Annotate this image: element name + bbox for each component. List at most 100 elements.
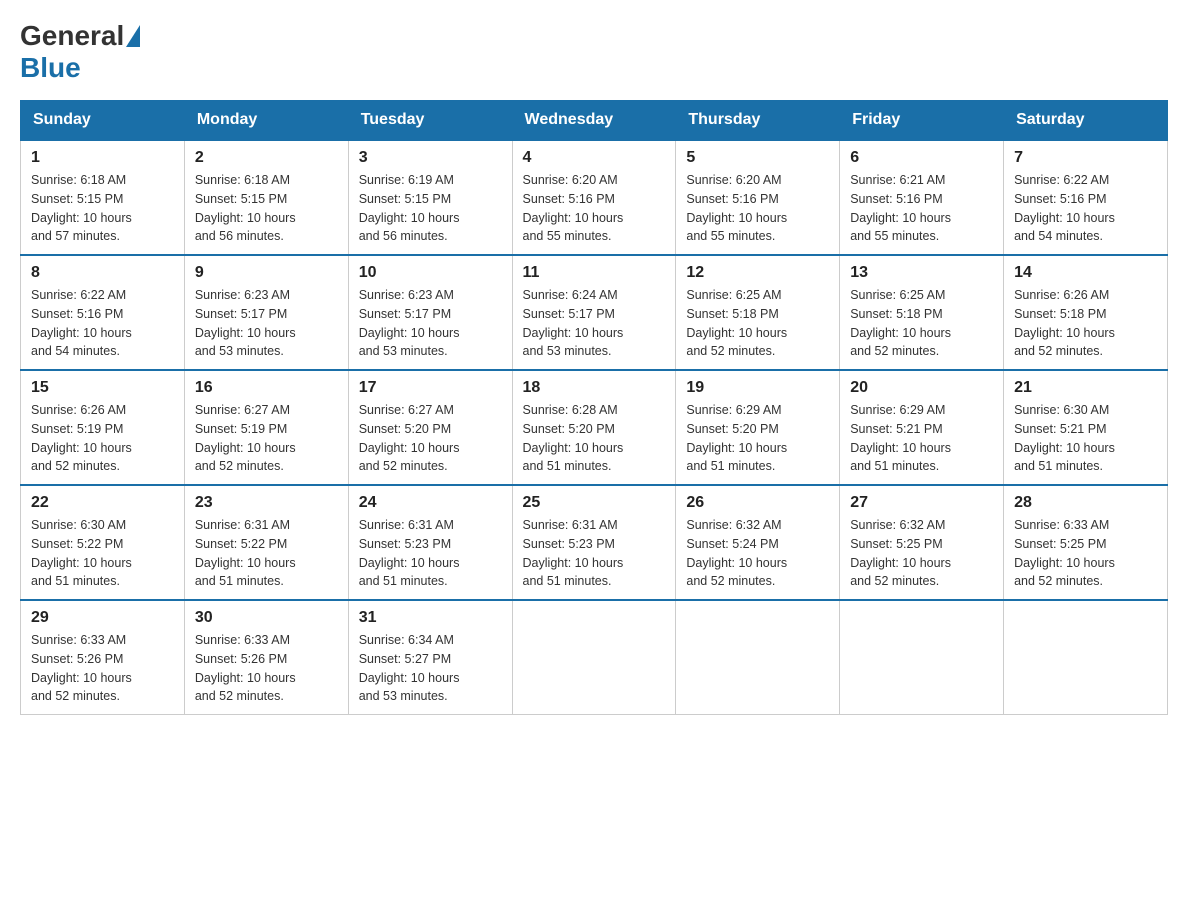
- day-number: 24: [359, 494, 502, 512]
- calendar-cell: 27 Sunrise: 6:32 AMSunset: 5:25 PMDaylig…: [840, 485, 1004, 600]
- calendar-cell: 19 Sunrise: 6:29 AMSunset: 5:20 PMDaylig…: [676, 370, 840, 485]
- day-info: Sunrise: 6:29 AMSunset: 5:21 PMDaylight:…: [850, 401, 993, 476]
- day-info: Sunrise: 6:29 AMSunset: 5:20 PMDaylight:…: [686, 401, 829, 476]
- day-info: Sunrise: 6:31 AMSunset: 5:22 PMDaylight:…: [195, 516, 338, 591]
- day-number: 18: [523, 379, 666, 397]
- day-number: 6: [850, 149, 993, 167]
- day-number: 31: [359, 609, 502, 627]
- day-info: Sunrise: 6:33 AMSunset: 5:25 PMDaylight:…: [1014, 516, 1157, 591]
- calendar-week-row: 29 Sunrise: 6:33 AMSunset: 5:26 PMDaylig…: [21, 600, 1168, 715]
- calendar-header-monday: Monday: [184, 101, 348, 141]
- calendar-cell: 5 Sunrise: 6:20 AMSunset: 5:16 PMDayligh…: [676, 140, 840, 255]
- calendar-cell: 8 Sunrise: 6:22 AMSunset: 5:16 PMDayligh…: [21, 255, 185, 370]
- calendar-header-thursday: Thursday: [676, 101, 840, 141]
- calendar-week-row: 8 Sunrise: 6:22 AMSunset: 5:16 PMDayligh…: [21, 255, 1168, 370]
- day-info: Sunrise: 6:33 AMSunset: 5:26 PMDaylight:…: [195, 631, 338, 706]
- calendar-cell: 4 Sunrise: 6:20 AMSunset: 5:16 PMDayligh…: [512, 140, 676, 255]
- calendar-cell: 7 Sunrise: 6:22 AMSunset: 5:16 PMDayligh…: [1004, 140, 1168, 255]
- day-number: 9: [195, 264, 338, 282]
- day-info: Sunrise: 6:25 AMSunset: 5:18 PMDaylight:…: [686, 286, 829, 361]
- logo-general-text: General: [20, 20, 124, 52]
- calendar-cell: 30 Sunrise: 6:33 AMSunset: 5:26 PMDaylig…: [184, 600, 348, 715]
- calendar-header-sunday: Sunday: [21, 101, 185, 141]
- day-number: 3: [359, 149, 502, 167]
- calendar-week-row: 15 Sunrise: 6:26 AMSunset: 5:19 PMDaylig…: [21, 370, 1168, 485]
- day-info: Sunrise: 6:25 AMSunset: 5:18 PMDaylight:…: [850, 286, 993, 361]
- calendar-cell: 24 Sunrise: 6:31 AMSunset: 5:23 PMDaylig…: [348, 485, 512, 600]
- calendar-header-friday: Friday: [840, 101, 1004, 141]
- calendar-cell: 22 Sunrise: 6:30 AMSunset: 5:22 PMDaylig…: [21, 485, 185, 600]
- calendar-header-tuesday: Tuesday: [348, 101, 512, 141]
- day-number: 7: [1014, 149, 1157, 167]
- day-info: Sunrise: 6:26 AMSunset: 5:18 PMDaylight:…: [1014, 286, 1157, 361]
- day-number: 13: [850, 264, 993, 282]
- logo-blue-text: Blue: [20, 52, 81, 83]
- day-info: Sunrise: 6:21 AMSunset: 5:16 PMDaylight:…: [850, 171, 993, 246]
- day-number: 4: [523, 149, 666, 167]
- calendar-cell: 25 Sunrise: 6:31 AMSunset: 5:23 PMDaylig…: [512, 485, 676, 600]
- day-number: 10: [359, 264, 502, 282]
- calendar-cell: 15 Sunrise: 6:26 AMSunset: 5:19 PMDaylig…: [21, 370, 185, 485]
- calendar-cell: 6 Sunrise: 6:21 AMSunset: 5:16 PMDayligh…: [840, 140, 1004, 255]
- calendar-week-row: 22 Sunrise: 6:30 AMSunset: 5:22 PMDaylig…: [21, 485, 1168, 600]
- day-number: 16: [195, 379, 338, 397]
- calendar-cell: 9 Sunrise: 6:23 AMSunset: 5:17 PMDayligh…: [184, 255, 348, 370]
- day-number: 12: [686, 264, 829, 282]
- day-number: 28: [1014, 494, 1157, 512]
- day-number: 27: [850, 494, 993, 512]
- day-info: Sunrise: 6:22 AMSunset: 5:16 PMDaylight:…: [31, 286, 174, 361]
- calendar-cell: 23 Sunrise: 6:31 AMSunset: 5:22 PMDaylig…: [184, 485, 348, 600]
- day-number: 5: [686, 149, 829, 167]
- day-number: 21: [1014, 379, 1157, 397]
- calendar-week-row: 1 Sunrise: 6:18 AMSunset: 5:15 PMDayligh…: [21, 140, 1168, 255]
- calendar-cell: 20 Sunrise: 6:29 AMSunset: 5:21 PMDaylig…: [840, 370, 1004, 485]
- calendar-cell: 16 Sunrise: 6:27 AMSunset: 5:19 PMDaylig…: [184, 370, 348, 485]
- calendar-cell: 18 Sunrise: 6:28 AMSunset: 5:20 PMDaylig…: [512, 370, 676, 485]
- day-number: 26: [686, 494, 829, 512]
- calendar-cell: 29 Sunrise: 6:33 AMSunset: 5:26 PMDaylig…: [21, 600, 185, 715]
- calendar-cell: 17 Sunrise: 6:27 AMSunset: 5:20 PMDaylig…: [348, 370, 512, 485]
- day-info: Sunrise: 6:31 AMSunset: 5:23 PMDaylight:…: [523, 516, 666, 591]
- calendar-cell: 1 Sunrise: 6:18 AMSunset: 5:15 PMDayligh…: [21, 140, 185, 255]
- calendar-cell: 11 Sunrise: 6:24 AMSunset: 5:17 PMDaylig…: [512, 255, 676, 370]
- day-number: 25: [523, 494, 666, 512]
- day-number: 22: [31, 494, 174, 512]
- calendar-cell: 13 Sunrise: 6:25 AMSunset: 5:18 PMDaylig…: [840, 255, 1004, 370]
- day-info: Sunrise: 6:33 AMSunset: 5:26 PMDaylight:…: [31, 631, 174, 706]
- day-info: Sunrise: 6:19 AMSunset: 5:15 PMDaylight:…: [359, 171, 502, 246]
- day-info: Sunrise: 6:24 AMSunset: 5:17 PMDaylight:…: [523, 286, 666, 361]
- day-info: Sunrise: 6:32 AMSunset: 5:25 PMDaylight:…: [850, 516, 993, 591]
- day-info: Sunrise: 6:30 AMSunset: 5:21 PMDaylight:…: [1014, 401, 1157, 476]
- day-number: 2: [195, 149, 338, 167]
- calendar-cell: 31 Sunrise: 6:34 AMSunset: 5:27 PMDaylig…: [348, 600, 512, 715]
- day-info: Sunrise: 6:27 AMSunset: 5:20 PMDaylight:…: [359, 401, 502, 476]
- page-header: General Blue: [20, 20, 1168, 84]
- day-info: Sunrise: 6:18 AMSunset: 5:15 PMDaylight:…: [31, 171, 174, 246]
- calendar-header-wednesday: Wednesday: [512, 101, 676, 141]
- logo: General Blue: [20, 20, 142, 84]
- day-info: Sunrise: 6:22 AMSunset: 5:16 PMDaylight:…: [1014, 171, 1157, 246]
- day-number: 1: [31, 149, 174, 167]
- day-number: 20: [850, 379, 993, 397]
- day-info: Sunrise: 6:20 AMSunset: 5:16 PMDaylight:…: [686, 171, 829, 246]
- calendar-cell: 28 Sunrise: 6:33 AMSunset: 5:25 PMDaylig…: [1004, 485, 1168, 600]
- calendar-cell: 10 Sunrise: 6:23 AMSunset: 5:17 PMDaylig…: [348, 255, 512, 370]
- day-info: Sunrise: 6:31 AMSunset: 5:23 PMDaylight:…: [359, 516, 502, 591]
- calendar-header-row: SundayMondayTuesdayWednesdayThursdayFrid…: [21, 101, 1168, 141]
- calendar-header-saturday: Saturday: [1004, 101, 1168, 141]
- logo-triangle-icon: [126, 25, 140, 47]
- day-number: 29: [31, 609, 174, 627]
- calendar-cell: 2 Sunrise: 6:18 AMSunset: 5:15 PMDayligh…: [184, 140, 348, 255]
- calendar-table: SundayMondayTuesdayWednesdayThursdayFrid…: [20, 100, 1168, 715]
- calendar-cell: 26 Sunrise: 6:32 AMSunset: 5:24 PMDaylig…: [676, 485, 840, 600]
- day-info: Sunrise: 6:23 AMSunset: 5:17 PMDaylight:…: [359, 286, 502, 361]
- calendar-cell: [840, 600, 1004, 715]
- day-number: 11: [523, 264, 666, 282]
- calendar-cell: 12 Sunrise: 6:25 AMSunset: 5:18 PMDaylig…: [676, 255, 840, 370]
- day-info: Sunrise: 6:26 AMSunset: 5:19 PMDaylight:…: [31, 401, 174, 476]
- day-number: 19: [686, 379, 829, 397]
- day-info: Sunrise: 6:32 AMSunset: 5:24 PMDaylight:…: [686, 516, 829, 591]
- calendar-cell: [1004, 600, 1168, 715]
- day-info: Sunrise: 6:23 AMSunset: 5:17 PMDaylight:…: [195, 286, 338, 361]
- day-number: 30: [195, 609, 338, 627]
